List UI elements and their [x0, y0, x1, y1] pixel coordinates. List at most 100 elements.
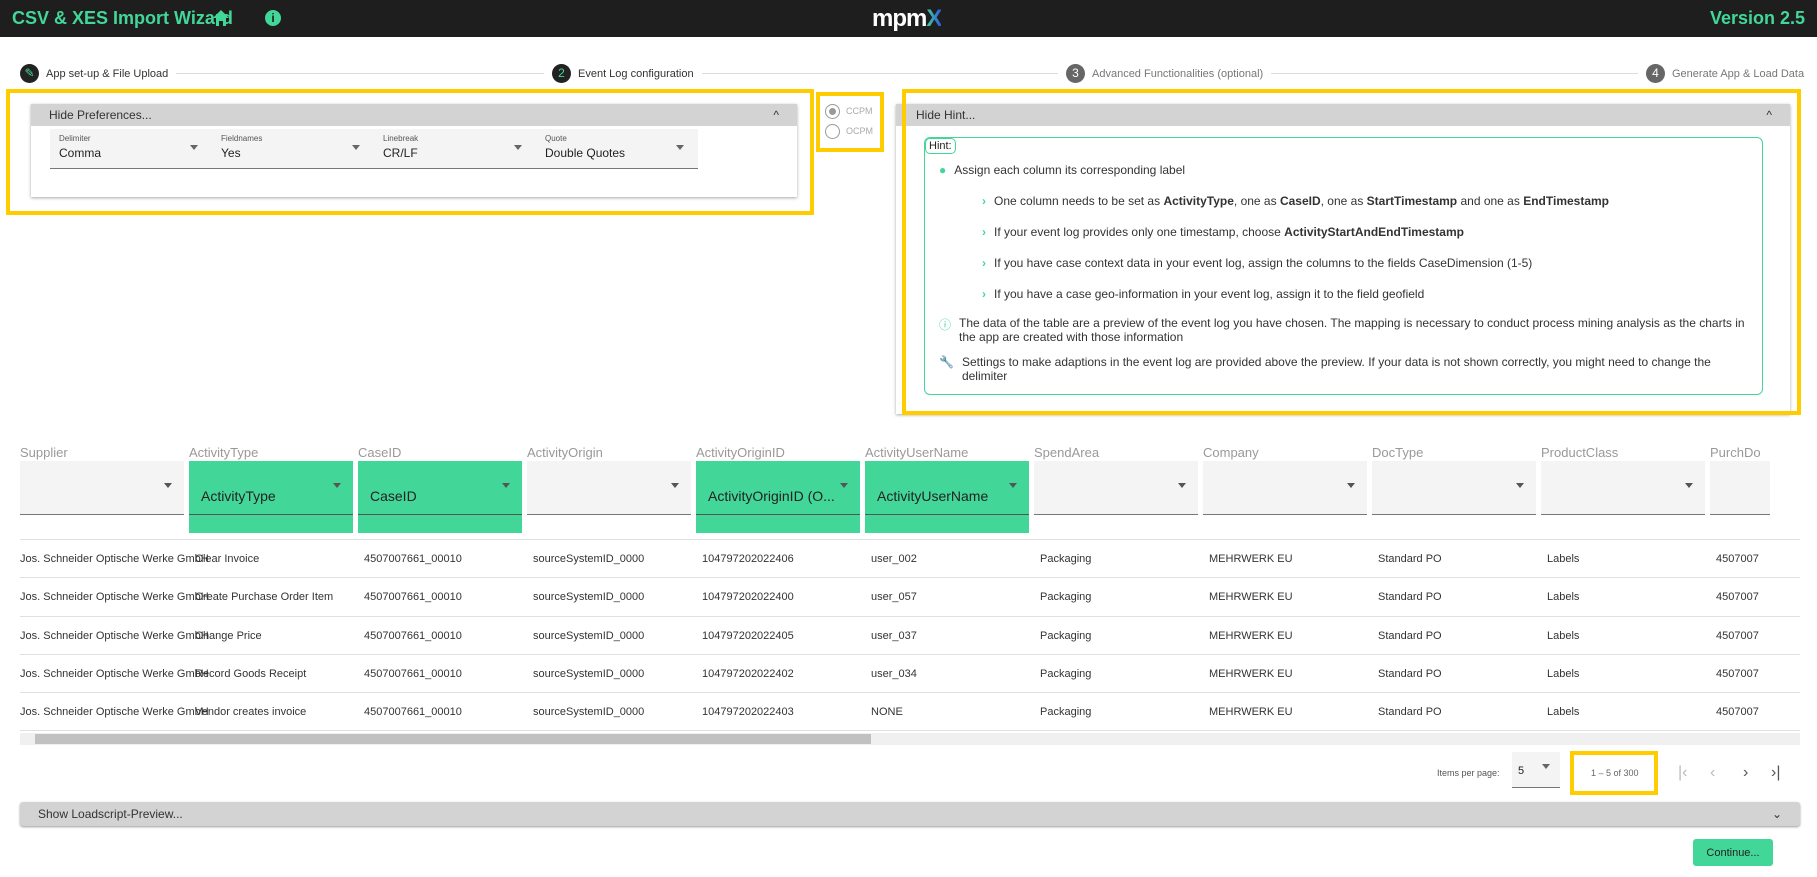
- table-cell: Packaging: [1040, 553, 1092, 565]
- chevron-right-icon: ›: [982, 256, 986, 270]
- field-value: Comma: [59, 146, 102, 160]
- step-2[interactable]: 2 Event Log configuration: [544, 64, 702, 83]
- table-cell: user_037: [871, 629, 917, 642]
- hint-tag: Hint:: [925, 138, 956, 154]
- linebreak-select[interactable]: Linebreak CR/LF: [374, 129, 536, 169]
- dropdown-arrow-icon: [671, 483, 679, 488]
- column-mapping-select[interactable]: ActivityType: [189, 461, 353, 533]
- scrollbar-thumb[interactable]: [35, 734, 871, 744]
- table-cell: user_002: [871, 553, 917, 565]
- table-cell: MEHRWERK EU: [1209, 591, 1293, 604]
- info-icon: ⓘ: [939, 318, 952, 332]
- stepper-line: [20, 73, 1800, 74]
- info-icon[interactable]: i: [265, 10, 281, 26]
- step-number: 4: [1646, 64, 1665, 83]
- column-mapping-select[interactable]: [1372, 461, 1536, 515]
- dropdown-arrow-icon: [1178, 483, 1186, 488]
- table-cell: 4507007661_00010: [364, 706, 462, 719]
- step-label: Advanced Functionalities (optional): [1092, 67, 1264, 80]
- mapping-value: ActivityOriginID (O...: [708, 488, 835, 504]
- next-page-icon[interactable]: ›: [1743, 764, 1748, 782]
- table-cell: 4507007: [1716, 667, 1759, 680]
- table-cell: Change Price: [195, 629, 262, 642]
- previous-page-icon[interactable]: ‹: [1710, 764, 1715, 782]
- table-cell: 104797202022403: [702, 706, 794, 719]
- table-divider: [20, 730, 1800, 731]
- column-mapping-select[interactable]: [527, 461, 691, 515]
- table-cell: 104797202022405: [702, 629, 794, 642]
- table-cell: MEHRWERK EU: [1209, 553, 1293, 565]
- t: If you have case context data in your ev…: [994, 256, 1533, 270]
- table-cell: sourceSystemID_0000: [533, 591, 645, 604]
- table-row[interactable]: Jos. Schneider Optische Werke GmbH Vendor…: [20, 692, 1800, 730]
- table-cell: user_057: [871, 591, 917, 604]
- column-header: CaseID: [358, 445, 402, 460]
- column-mapping-select[interactable]: [1541, 461, 1705, 515]
- column-mapping-select[interactable]: [1034, 461, 1198, 515]
- delimiter-select[interactable]: Delimiter Comma: [50, 129, 212, 169]
- column-mapping-select[interactable]: [1203, 461, 1367, 515]
- column-mapping-select[interactable]: [20, 461, 184, 515]
- radio-ocpm[interactable]: OCPM: [825, 121, 880, 141]
- table-cell: Packaging: [1040, 667, 1092, 680]
- table-cell: MEHRWERK EU: [1209, 629, 1293, 642]
- column-header: Company: [1203, 445, 1259, 460]
- step-3[interactable]: 3 Advanced Functionalities (optional): [1058, 64, 1272, 83]
- hint-bullet: › If you have case context data in your e…: [982, 256, 1532, 270]
- step-label: Event Log configuration: [578, 67, 694, 80]
- hint-bullet: › One column needs to be set as ActivityT…: [982, 194, 1609, 208]
- table-row[interactable]: Jos. Schneider Optische Werke GmbH Change…: [20, 615, 1800, 654]
- column-header: Supplier: [20, 445, 68, 460]
- table-cell: sourceSystemID_0000: [533, 629, 645, 642]
- column-header: ProductClass: [1541, 445, 1619, 460]
- mapping-value: ActivityUserName: [877, 488, 989, 504]
- last-page-icon[interactable]: ›|: [1771, 764, 1780, 782]
- first-page-icon[interactable]: |‹: [1678, 764, 1687, 782]
- step-number: 2: [552, 64, 571, 83]
- hint-box: Hint: ● Assign each column its correspond…: [924, 137, 1763, 395]
- table-cell: sourceSystemID_0000: [533, 667, 645, 680]
- table-cell: Standard PO: [1378, 706, 1442, 719]
- column-mapping-select[interactable]: [1710, 461, 1770, 515]
- home-icon[interactable]: [212, 9, 230, 27]
- loadscript-toggle[interactable]: Show Loadscript-Preview... ⌄: [20, 802, 1800, 826]
- table-cell: 4507007661_00010: [364, 629, 462, 642]
- step-4[interactable]: 4 Generate App & Load Data: [1638, 64, 1805, 83]
- horizontal-scrollbar[interactable]: [20, 733, 1800, 745]
- hint-bullet: › If you have a case geo-information in y…: [982, 287, 1424, 301]
- column-mapping-select[interactable]: ActivityUserName: [865, 461, 1029, 533]
- chevron-right-icon: ›: [982, 225, 986, 239]
- table-cell: Labels: [1547, 667, 1580, 680]
- continue-button[interactable]: Continue...: [1693, 839, 1773, 866]
- t: , one as: [1320, 194, 1367, 208]
- radio-selected-icon: [825, 103, 840, 119]
- preferences-toggle[interactable]: Hide Preferences... ^: [31, 104, 797, 126]
- table-row[interactable]: Jos. Schneider Optische Werke GmbH Create…: [20, 577, 1800, 615]
- field-value: Yes: [221, 146, 241, 160]
- radio-ccpm[interactable]: CCPM: [825, 101, 880, 121]
- fieldnames-select[interactable]: Fieldnames Yes: [212, 129, 374, 169]
- table-cell: Labels: [1547, 629, 1580, 642]
- column-header: ActivityOriginID: [696, 445, 785, 460]
- lightbulb-icon: ●: [939, 163, 947, 177]
- table-cell: 104797202022402: [702, 667, 794, 680]
- table-row[interactable]: Jos. Schneider Optische Werke GmbH Clear …: [20, 539, 1800, 577]
- column-mapping-select[interactable]: ActivityOriginID (O...: [696, 461, 860, 533]
- table-cell: 4507007: [1716, 553, 1759, 565]
- step-1[interactable]: ✎ App set-up & File Upload: [20, 64, 177, 83]
- dropdown-arrow-icon: [1542, 764, 1550, 769]
- hint-main: ● Assign each column its corresponding la…: [939, 163, 1185, 177]
- table-row[interactable]: Jos. Schneider Optische Werke GmbH Record…: [20, 653, 1800, 692]
- hint-settings: 🔧 Settings to make adaptions in the event…: [939, 355, 1749, 383]
- t: The data of the table are a preview of t…: [959, 316, 1745, 344]
- column-mapping-select[interactable]: CaseID: [358, 461, 522, 533]
- version-label: Version 2.5: [1709, 8, 1805, 28]
- table-cell: sourceSystemID_0000: [533, 706, 645, 719]
- t: and one as: [1457, 194, 1524, 208]
- items-per-page-select[interactable]: 5: [1512, 752, 1560, 788]
- t: If you have a case geo-information in yo…: [994, 287, 1425, 301]
- quote-select[interactable]: Quote Double Quotes: [536, 129, 698, 169]
- hint-info: ⓘ The data of the table are a preview of …: [939, 316, 1749, 344]
- t: ActivityStartAndEndTimestamp: [1284, 225, 1464, 239]
- step-label: App set-up & File Upload: [46, 67, 169, 80]
